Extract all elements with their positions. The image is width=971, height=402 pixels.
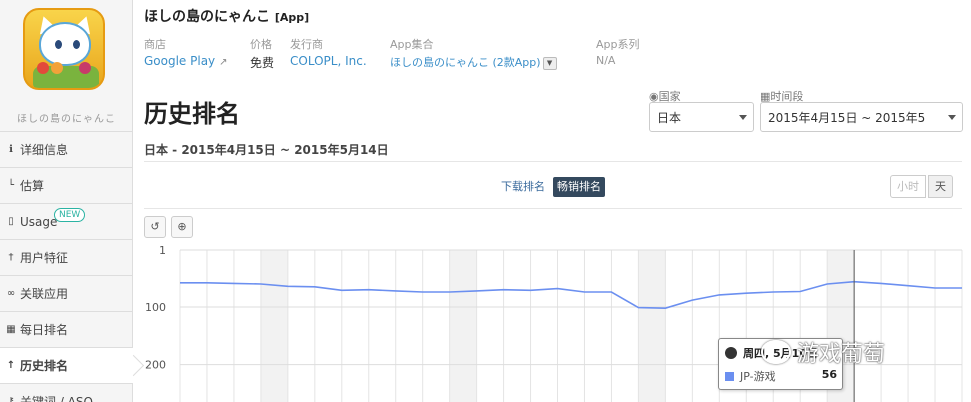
user-icon: † [8, 252, 14, 263]
period-select-value: 2015年4月15日 ~ 2015年5 [768, 111, 926, 125]
meta-price-label: 价格 [250, 38, 272, 51]
zoom-icon: ⊕ [177, 220, 187, 233]
undo-icon: ↺ [150, 220, 160, 233]
tab-downloads-rank[interactable]: 下载排名 [497, 177, 549, 197]
meta-price-value: 免费 [250, 56, 275, 70]
watermark: 游戏葡萄 [761, 336, 885, 368]
weekend-band [638, 250, 666, 402]
meta-series-value: N/A [596, 54, 616, 67]
sidebar-item-label: 历史排名 [20, 359, 69, 373]
rank-chart[interactable]: 1 100 200 [133, 240, 971, 402]
chevron-down-icon [739, 115, 747, 120]
sidebar-item-keywords-aso[interactable]: ⚷ 关键词 / ASO [0, 383, 133, 402]
collection-link[interactable]: ほしの島のにゃんこ (2款App) [390, 56, 541, 69]
main-panel: ほしの島のにゃんこ [App] 商店 Google Play ↗ 价格 免费 发行… [133, 0, 971, 402]
granularity-day-button[interactable]: 天 [928, 175, 953, 198]
arrow-up-icon: ↑ [6, 360, 16, 371]
sidebar-item-label: 每日排名 [20, 323, 69, 337]
app-type-tag: [App] [274, 11, 310, 24]
app-title-text: ほしの島のにゃんこ [144, 9, 270, 25]
tab-grossing-rank[interactable]: 畅销排名 [553, 177, 605, 197]
meta-store: 商店 Google Play ↗ [144, 36, 228, 68]
app-title: ほしの島のにゃんこ [App] [144, 6, 309, 26]
sidebar-nav: ℹ 详细信息 └ 估算 ▯ Usage NEW † 用户特征 ∞ 关联应用 ▦ … [0, 131, 133, 402]
weekend-band [449, 250, 477, 402]
meta-collection: App集合 ほしの島のにゃんこ (2款App) ▼ [390, 36, 557, 70]
weekend-band [260, 250, 288, 402]
sidebar-item-label: 用户特征 [20, 251, 69, 265]
watermark-text: 游戏葡萄 [797, 342, 886, 367]
period-select[interactable]: 2015年4月15日 ~ 2015年5 [760, 102, 963, 132]
sidebar-item-user-demographics[interactable]: † 用户特征 [0, 239, 133, 275]
page-title: 历史排名 [144, 100, 240, 128]
sidebar-item-estimate[interactable]: └ 估算 [0, 167, 133, 203]
wechat-logo-icon [761, 340, 791, 364]
meta-price: 价格 免费 [250, 36, 274, 71]
series-swatch [725, 372, 734, 381]
sidebar-app-name: ほしの島のにゃんこ [17, 114, 116, 125]
zoom-button[interactable]: ⊕ [171, 216, 193, 238]
tooltip-value: 56 [821, 368, 837, 381]
key-icon: ⚷ [7, 396, 15, 402]
phone-icon: ▯ [8, 216, 14, 227]
sidebar-item-related-apps[interactable]: ∞ 关联应用 [0, 275, 133, 311]
y-tick-label: 200 [145, 359, 166, 372]
chart-icon: └ [7, 180, 15, 191]
reset-zoom-button[interactable]: ↺ [144, 216, 166, 238]
sidebar-item-details[interactable]: ℹ 详细信息 [0, 131, 133, 167]
meta-series-label: App系列 [596, 38, 640, 51]
chevron-down-icon [948, 115, 956, 120]
publisher-link[interactable]: COLOPL, Inc. [290, 54, 367, 68]
sidebar-item-usage[interactable]: ▯ Usage NEW [0, 203, 133, 239]
info-icon: ℹ [9, 144, 13, 155]
sidebar-item-label: Usage [20, 214, 58, 229]
sidebar-item-label: 详细信息 [20, 143, 69, 157]
country-select[interactable]: 日本 [649, 102, 754, 132]
meta-publisher-label: 发行商 [290, 38, 323, 51]
sidebar-item-label: 估算 [20, 179, 45, 193]
sidebar-item-rank-history[interactable]: ↑ 历史排名 [0, 347, 133, 383]
meta-collection-label: App集合 [390, 38, 434, 51]
globe-icon [725, 347, 737, 359]
meta-store-label: 商店 [144, 38, 166, 51]
meta-publisher: 发行商 COLOPL, Inc. [290, 36, 367, 68]
y-tick-label: 100 [145, 301, 166, 314]
new-badge: NEW [54, 208, 86, 222]
external-link-icon[interactable]: ↗ [219, 57, 227, 68]
page-subtitle: 日本 - 2015年4月15日 ~ 2015年5月14日 [144, 143, 389, 157]
app-icon [23, 8, 105, 90]
granularity-hour-button[interactable]: 小时 [890, 175, 926, 198]
sidebar: ほしの島のにゃんこ ℹ 详细信息 └ 估算 ▯ Usage NEW † 用户特征… [0, 0, 133, 402]
calendar-icon: ▦ [6, 324, 16, 335]
store-link[interactable]: Google Play [144, 54, 215, 68]
divider [144, 208, 962, 209]
y-tick-label: 1 [159, 244, 166, 257]
link-icon: ∞ [6, 288, 16, 299]
sidebar-item-label: 关联应用 [20, 287, 69, 301]
divider [144, 161, 962, 162]
sidebar-item-label: 关键词 / ASO [20, 395, 93, 402]
meta-series: App系列 N/A [596, 36, 640, 67]
sidebar-item-daily-rank[interactable]: ▦ 每日排名 [0, 311, 133, 347]
country-select-value: 日本 [657, 111, 682, 125]
tooltip-series-name: JP-游戏 [740, 370, 776, 383]
collection-dropdown-icon[interactable]: ▼ [542, 56, 557, 70]
